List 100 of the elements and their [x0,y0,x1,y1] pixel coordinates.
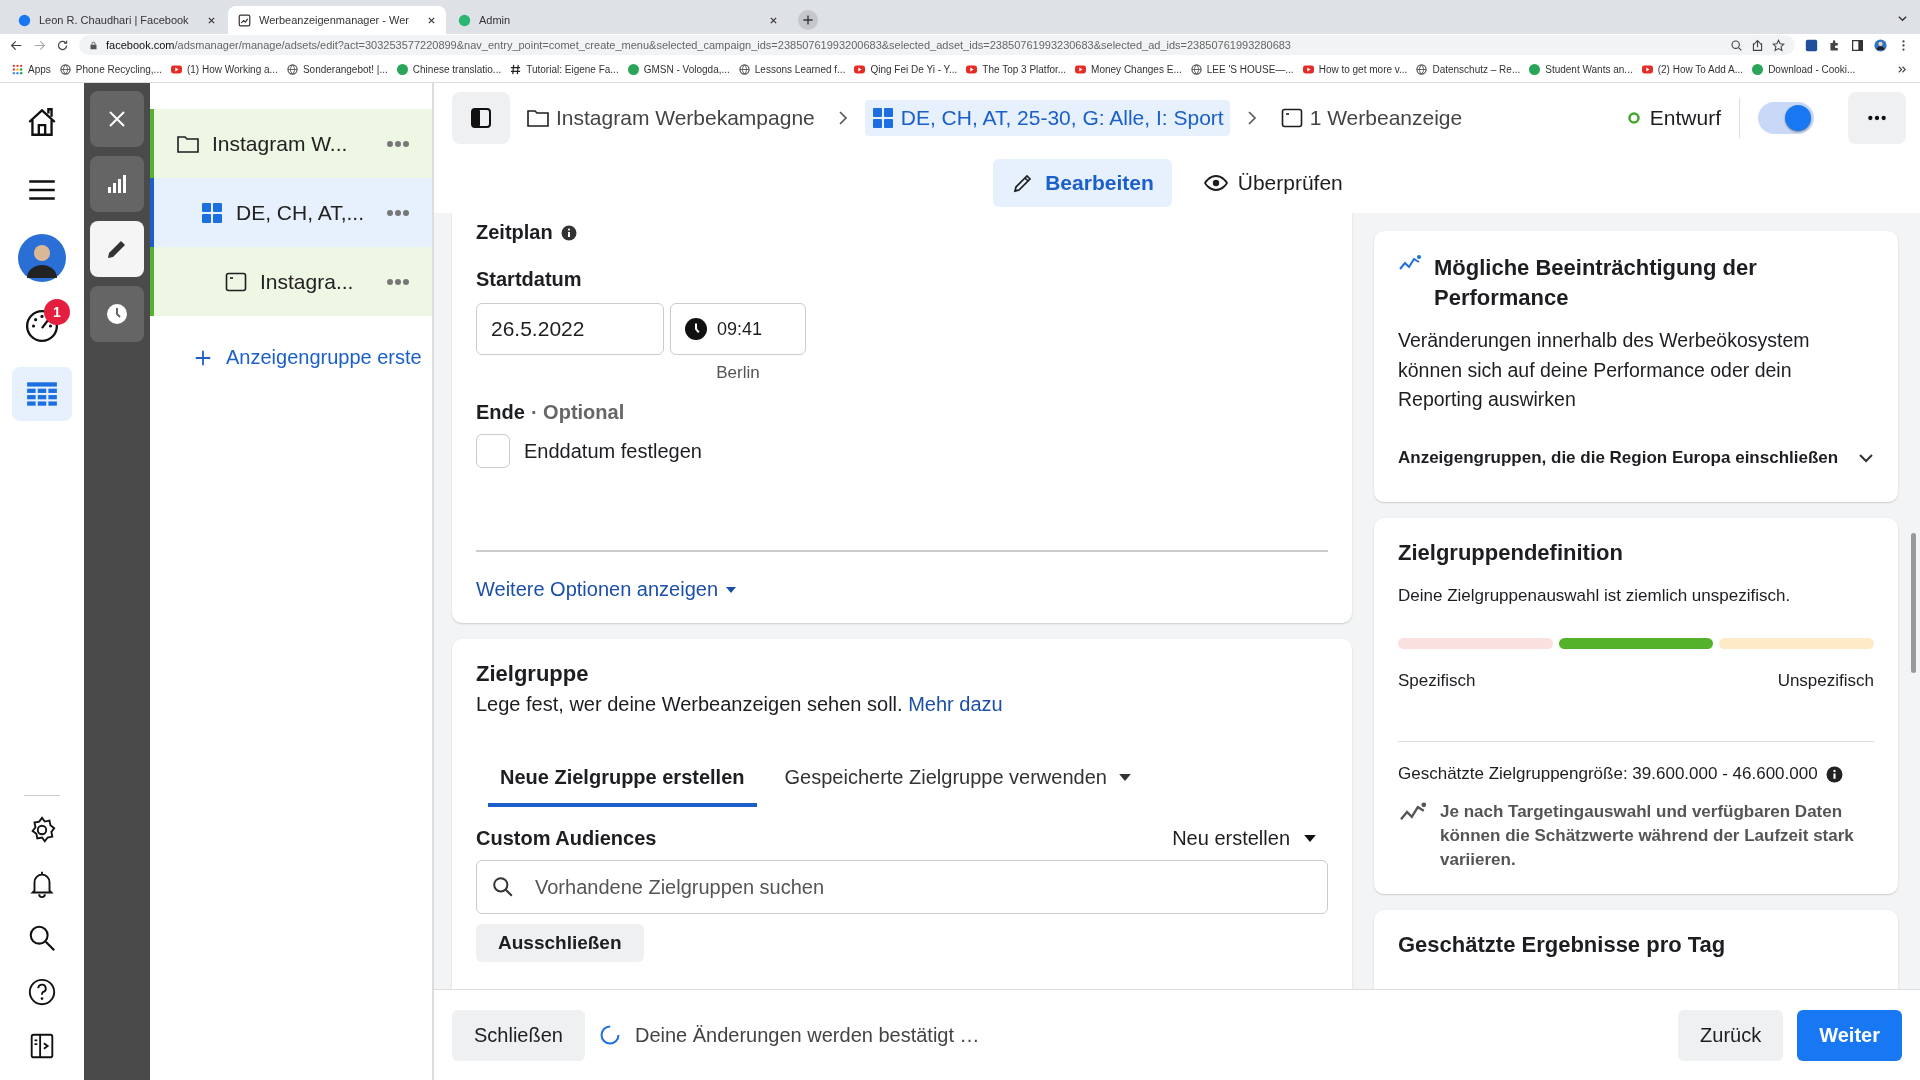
bookmark[interactable]: Sonderangebot! |... [286,63,388,75]
bookmark[interactable]: Qing Fei De Yi - Y... [854,63,958,75]
time-field[interactable]: 09:41 [670,303,806,355]
window-icon [1279,106,1304,130]
star-icon[interactable] [1772,38,1785,52]
breadcrumb[interactable]: 1 Werbeanzeige [1273,100,1469,136]
avatar-icon [18,234,66,282]
back-button[interactable]: Zurück [1678,1009,1784,1061]
bookmark[interactable]: Tutorial: Eigene Fa... [510,63,619,75]
more-options-link[interactable]: Weitere Optionen anzeigen [476,578,736,601]
close-icon[interactable] [769,15,778,25]
checkbox[interactable] [476,434,510,468]
bookmark[interactable]: Apps [12,63,51,75]
bookmark[interactable]: Student Wants an... [1529,63,1633,75]
card-text: Veränderungen innerhalb des Werbeökosystem können sich auf deine Performance oder dein Reporting auswirken [1398,328,1811,412]
bookmark[interactable]: The Top 3 Platfor... [966,63,1067,75]
meter-label: Unspezifisch [1777,671,1874,692]
add-ad-set-link[interactable]: Anzeigengruppe erste [150,316,432,369]
section-title: Zielgruppe [476,661,590,687]
search-icon [27,923,57,953]
bookmark[interactable]: Datenschutz – Re... [1416,63,1521,75]
tree-item[interactable]: Instagra... [150,247,432,316]
chevron-right-icon [1245,110,1258,126]
optional-label: · Optional [530,401,625,424]
chart-button[interactable] [90,156,144,212]
more-icon[interactable] [386,139,410,148]
bookmark[interactable]: Chinese translatio... [396,63,502,75]
sidebar-icon[interactable] [1851,38,1864,52]
bookmark[interactable]: Phone Recycling,... [59,63,162,75]
close-button[interactable] [90,91,144,147]
date-field[interactable]: 26.5.2022 [476,303,664,355]
address-bar[interactable]: facebook.com/adsmanager/manage/adsets/edit?act=303253577220899&nav_entry_point=comet_create_menu&selected_campaign_ids=23850761993200683&selected_adset_ids=23850761993230683&selected_ad_ids=23850761993280683 [79,35,1795,55]
browser-tab[interactable]: Werbeanzeigenmanager - Wer [228,6,446,34]
more-icon[interactable] [386,277,410,286]
edit-button[interactable] [90,221,144,277]
status-dot [1627,112,1640,124]
profile-avatar[interactable] [1874,38,1887,52]
spinner-icon [598,1024,621,1046]
bookmark[interactable]: Money Changes E... [1075,63,1182,75]
timezone-label: Berlin [716,363,760,383]
bookmark[interactable]: GMSN - Vologda,... [627,63,730,75]
notification-badge: 1 [44,299,70,325]
scrollbar[interactable] [1911,533,1916,673]
history-button[interactable] [90,286,144,342]
bookmark[interactable]: Download - Cooki... [1752,63,1856,75]
audience-tab[interactable]: Gespeicherte Zielgruppe verwenden [772,756,1143,807]
exclude-button[interactable]: Ausschließen [476,924,644,962]
audience-size: Geschätzte Zielgruppengröße: 39.600.000 - 46.600.000 [1398,764,1818,785]
breadcrumb[interactable]: Instagram Werbekampagne [520,100,821,136]
sidebar-icon [469,106,493,130]
table-button[interactable] [12,367,72,421]
bookmark[interactable]: LEE 'S HOUSE—... [1190,63,1294,75]
close-button[interactable]: Schließen [452,1009,585,1061]
mode-tab[interactable]: Bearbeiten [993,159,1172,207]
lock-icon [89,40,98,50]
tree-item[interactable]: DE, CH, AT,... [150,178,432,247]
expand-row[interactable]: Anzeigengruppen, die die Region Europa einschließen [1398,448,1874,481]
mode-tab[interactable]: Überprüfen [1185,159,1361,207]
field-label: Ende [476,401,525,424]
globe-icon [59,63,71,75]
close-icon[interactable] [207,15,216,25]
reload-icon[interactable] [56,38,69,52]
section-title: Zeitplan [476,221,553,244]
bookmark[interactable]: (2) How To Add A... [1641,63,1744,75]
zoom-icon[interactable] [1730,38,1743,52]
browser-tab[interactable]: Leon R. Chaudhari | Facebook [8,6,226,34]
close-icon[interactable] [427,15,436,25]
bookmark[interactable]: How to get more v... [1302,63,1408,75]
bookmark[interactable]: (1) How Working a... [170,63,278,75]
sidebar-toggle-button[interactable] [452,92,510,144]
next-button[interactable]: Weiter [1797,1009,1902,1061]
puzzle-icon[interactable] [1828,38,1841,52]
search-field[interactable]: Vorhandene Zielgruppen suchen [476,860,1328,914]
field-label: Startdatum [476,268,583,291]
chevron-down-icon [1858,453,1874,464]
more-bookmarks-icon[interactable] [1897,63,1908,75]
help-icon [27,977,57,1007]
audience-tab[interactable]: Neue Zielgruppe erstellen [488,756,757,807]
tree-item[interactable]: Instagram W... [150,109,432,178]
browser-tab[interactable]: Admin [448,6,788,34]
breadcrumb[interactable]: DE, CH, AT, 25-30, G: Alle, I: Sport [864,100,1230,136]
globe-icon [738,63,750,75]
share-icon[interactable] [1751,38,1764,52]
globe-icon [286,63,298,75]
new-tab-button[interactable] [798,10,818,30]
bookmark[interactable]: Lessons Learned f... [738,63,846,75]
info-icon [1825,765,1843,783]
learn-more-link[interactable]: Mehr dazu [908,693,1003,715]
back-icon[interactable] [10,38,23,52]
play-icon [1302,63,1314,75]
site-icon [458,13,471,27]
gauge-button[interactable]: 1 [12,299,72,353]
create-dropdown[interactable]: Neu erstellen [1172,827,1328,850]
caret-icon [1304,835,1316,842]
more-icon[interactable] [386,208,410,217]
toggle-switch[interactable] [1758,102,1814,134]
caret-icon [726,586,736,593]
clock-icon [105,302,129,326]
chevron-down-icon[interactable] [1897,13,1908,24]
more-icon [1867,114,1887,122]
